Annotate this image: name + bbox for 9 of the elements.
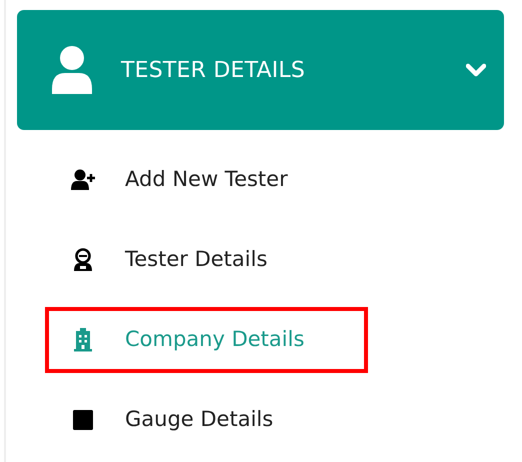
user-icon [51, 45, 93, 95]
building-icon [71, 328, 95, 352]
menu-item[interactable]: Add New Tester [45, 140, 368, 220]
menu-header[interactable]: TESTER DETAILS [17, 10, 504, 130]
user-plus-icon [71, 168, 95, 192]
menu-item[interactable]: Gauge Details [45, 380, 368, 460]
square-icon [71, 408, 95, 432]
menu-item[interactable]: Tester Details [45, 220, 368, 300]
person-icon [71, 248, 95, 272]
